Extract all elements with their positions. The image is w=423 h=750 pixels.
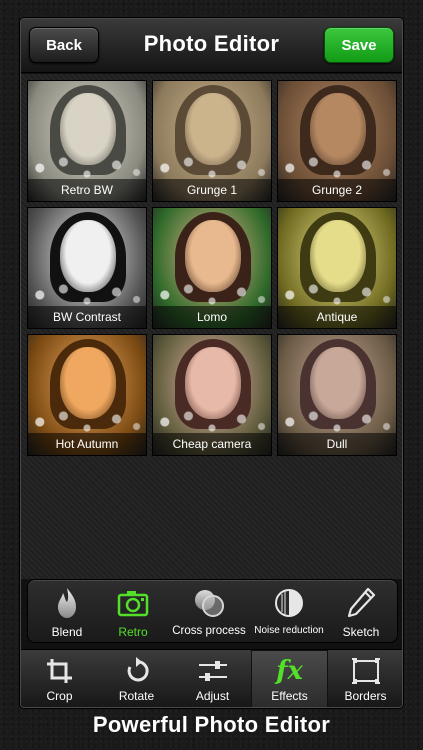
tool-label: Retro <box>118 625 148 639</box>
tab-rotate[interactable]: Rotate <box>98 650 175 707</box>
save-button[interactable]: Save <box>324 27 394 63</box>
phone-frame: Back Photo Editor Save Retro BW Grunge 1… <box>20 18 403 708</box>
filter-label: Grunge 1 <box>153 179 271 201</box>
filter-thumb-dull[interactable]: Dull <box>277 334 397 456</box>
navigation-bar: Back Photo Editor Save <box>21 19 402 73</box>
tool-retro[interactable]: Retro <box>100 580 166 644</box>
promo-caption: Powerful Photo Editor <box>92 712 331 737</box>
filter-label: Retro BW <box>28 179 146 201</box>
tool-label: Blend <box>51 625 83 639</box>
tab-label: Adjust <box>195 689 230 703</box>
tab-crop[interactable]: Crop <box>21 650 98 707</box>
overlap-circles-icon <box>195 590 224 617</box>
tab-borders[interactable]: Borders <box>327 650 402 707</box>
tab-adjust[interactable]: Adjust <box>174 650 251 707</box>
tab-label: Rotate <box>118 689 155 703</box>
filter-thumb-antique[interactable]: Antique <box>277 207 397 329</box>
tool-label: Sketch <box>342 625 380 639</box>
filter-grid: Retro BW Grunge 1 Grunge 2 BW Contrast L… <box>21 74 402 579</box>
border-frame-icon <box>351 658 380 684</box>
tool-label: Noise reduction <box>254 625 324 636</box>
tab-label: Crop <box>46 689 73 703</box>
effect-tool-strip: Blend Retro Cross process Noise reductio… <box>27 579 398 643</box>
tool-noise-reduction[interactable]: Noise reduction <box>250 580 328 644</box>
filter-label: Dull <box>278 433 396 455</box>
bottom-tab-bar: Crop Rotate Adjust fx Effects Borders <box>21 649 402 707</box>
filter-label: Cheap camera <box>153 433 271 455</box>
camera-icon <box>117 591 149 617</box>
filter-thumb-hot-autumn[interactable]: Hot Autumn <box>27 334 147 456</box>
filter-thumb-lomo[interactable]: Lomo <box>152 207 272 329</box>
fx-icon: fx <box>276 656 303 686</box>
tab-label: Effects <box>271 689 308 703</box>
rotate-icon <box>127 657 149 682</box>
filter-thumb-grunge-1[interactable]: Grunge 1 <box>152 80 272 202</box>
crop-icon <box>46 659 72 683</box>
tool-cross-process[interactable]: Cross process <box>170 580 248 644</box>
filter-thumb-retro-bw[interactable]: Retro BW <box>27 80 147 202</box>
filter-label: Grunge 2 <box>278 179 396 201</box>
filter-label: Antique <box>278 306 396 328</box>
tool-blend[interactable]: Blend <box>34 580 100 644</box>
tab-effects[interactable]: fx Effects <box>251 650 328 707</box>
filter-label: Lomo <box>153 306 271 328</box>
filter-thumb-bw-contrast[interactable]: BW Contrast <box>27 207 147 329</box>
half-circle-icon <box>275 589 303 617</box>
pencil-icon <box>347 587 376 618</box>
filter-thumb-cheap-camera[interactable]: Cheap camera <box>152 334 272 456</box>
sliders-icon <box>198 661 227 681</box>
filter-label: BW Contrast <box>28 306 146 328</box>
tab-label: Borders <box>344 689 387 703</box>
filter-label: Hot Autumn <box>28 433 146 455</box>
filter-thumb-grunge-2[interactable]: Grunge 2 <box>277 80 397 202</box>
tool-sketch[interactable]: Sketch <box>328 580 394 644</box>
flame-icon <box>58 588 76 618</box>
tool-label: Cross process <box>172 625 246 637</box>
